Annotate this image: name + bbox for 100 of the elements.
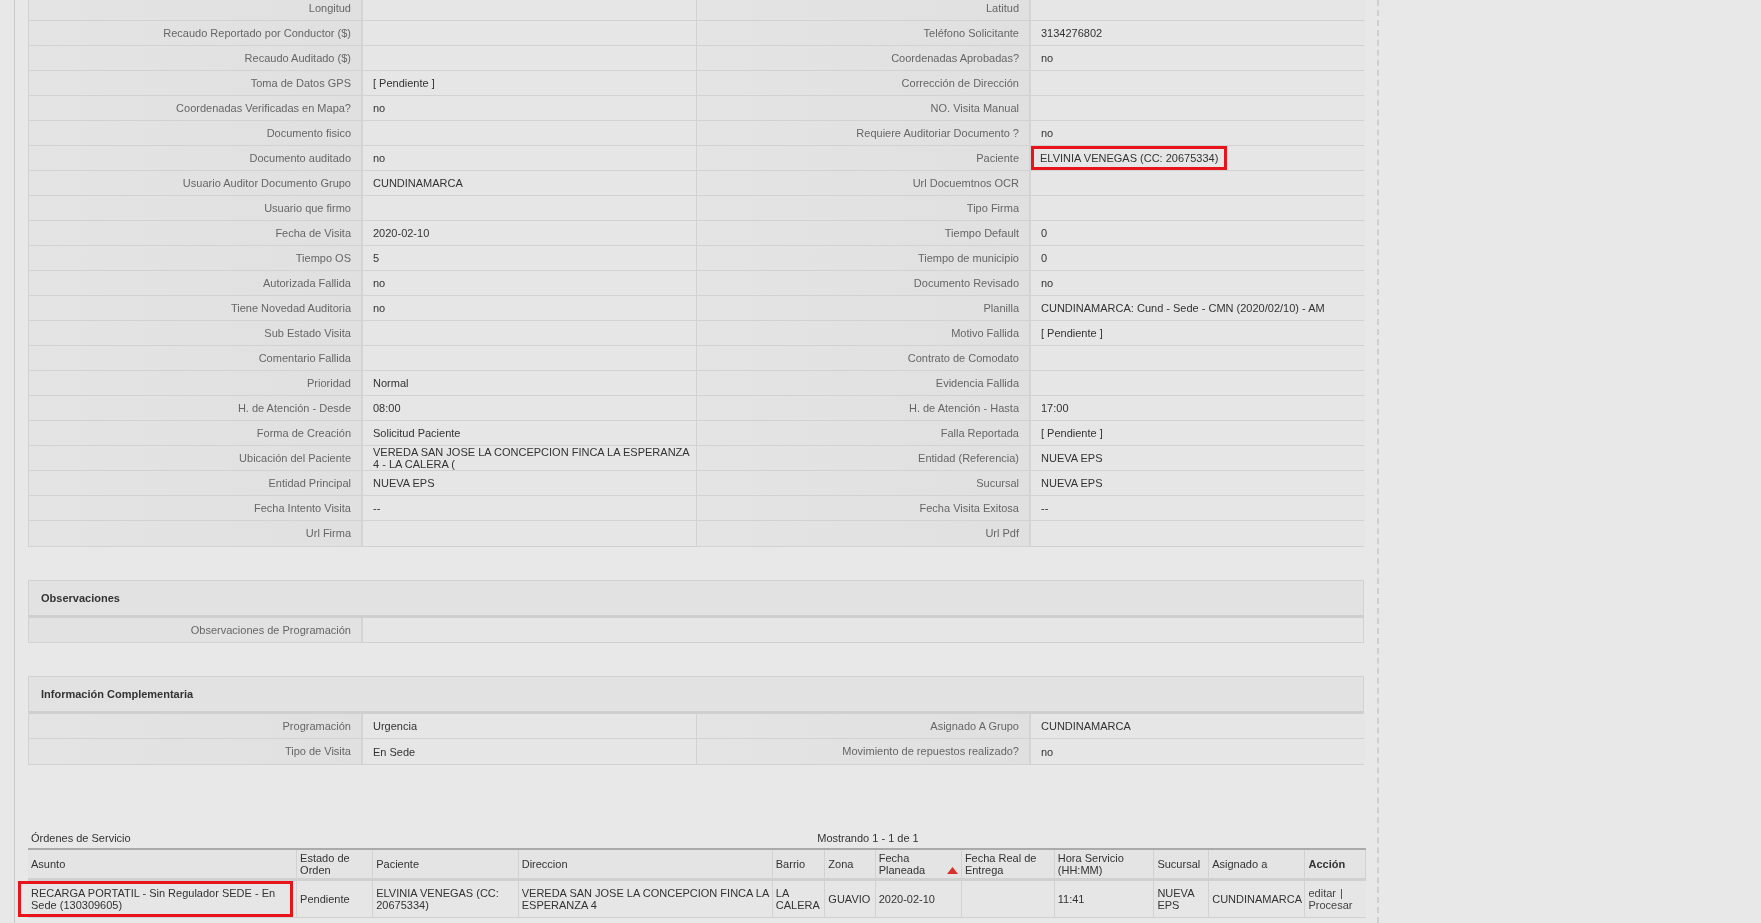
sort-arrow-icon[interactable] (946, 866, 958, 874)
field-value: CUNDINAMARCA (1041, 720, 1131, 732)
field-value: -- (1041, 502, 1049, 514)
table-cell: Pendiente (300, 892, 350, 905)
field-value: 2020-02-10 (373, 227, 430, 239)
column-header[interactable]: Zona (828, 857, 854, 870)
field-label: Movimiento de repuestos realizado? (842, 744, 1019, 760)
field-label: Longitud (308, 0, 351, 16)
field-value: no (1041, 277, 1054, 289)
field-label: Forma de Creación (256, 425, 351, 441)
field-value: CUNDINAMARCA: Cund - Sede - CMN (2020/02/10) - AM (1041, 302, 1325, 314)
field-label: Documento fisico (266, 125, 351, 141)
orders-title: Órdenes de Servicio (30, 830, 132, 846)
field-label: Tiempo de municipio (917, 250, 1019, 266)
column-header[interactable]: Estado de Orden (300, 851, 370, 876)
field-value: [ Pendiente ] (373, 77, 435, 89)
field-value: no (373, 102, 386, 114)
field-value: 0 (1041, 227, 1048, 239)
section-title: Observaciones (41, 590, 120, 606)
field-value: 0 (1041, 252, 1048, 264)
field-label: Entidad Principal (268, 475, 351, 491)
field-label: Url Firma (305, 526, 351, 542)
table-cell: CUNDINAMARCA (1212, 892, 1303, 905)
field-value: Urgencia (373, 720, 418, 732)
field-label: Recaudo Reportado por Conductor ($) (163, 25, 351, 41)
column-header[interactable]: Asignado a (1212, 857, 1268, 870)
field-value: NUEVA EPS (1041, 452, 1103, 464)
field-label: Falla Reportada (940, 425, 1019, 441)
field-label: Requiere Auditoriar Documento ? (856, 125, 1019, 141)
field-label: Usuario Auditor Documento Grupo (182, 175, 351, 191)
action-link[interactable]: editar (1308, 886, 1336, 899)
field-label: Fecha de Visita (275, 225, 351, 241)
field-label: Evidencia Fallida (935, 375, 1019, 391)
field-label: Toma de Datos GPS (250, 75, 351, 91)
field-label: Coordenadas Aprobadas? (891, 50, 1019, 66)
field-value: [ Pendiente ] (1041, 427, 1103, 439)
column-header[interactable]: Direccion (521, 857, 568, 870)
field-label: Programación (282, 718, 351, 734)
field-label: H. de Atención - Hasta (908, 400, 1019, 416)
field-label: Usuario que firmo (264, 200, 351, 216)
column-header[interactable]: Fecha Planeada (878, 851, 944, 876)
field-value: [ Pendiente ] (1041, 327, 1103, 339)
field-value: En Sede (373, 745, 416, 758)
field-value: 08:00 (373, 402, 401, 414)
field-label: NO. Visita Manual (930, 100, 1019, 116)
field-label: Tipo de Visita (284, 744, 351, 760)
field-value: no (373, 152, 386, 164)
field-label: Recaudo Auditado ($) (244, 50, 351, 66)
field-label: Paciente (976, 150, 1019, 166)
field-label: Entidad (Referencia) (918, 450, 1019, 466)
field-label: Tipo Firma (966, 200, 1019, 216)
field-value: VEREDA SAN JOSE LA CONCEPCION FINCA LA ESPERANZA 4 - LA CALERA ( (373, 446, 690, 470)
field-label: Autorizada Fallida (262, 275, 351, 291)
field-label: Documento auditado (249, 150, 351, 166)
column-header[interactable]: Barrio (775, 857, 806, 870)
field-value: 5 (373, 252, 380, 264)
field-label: H. de Atención - Desde (237, 400, 351, 416)
field-value: 17:00 (1041, 402, 1069, 414)
field-label: Sucursal (976, 475, 1019, 491)
table-cell: GUAVIO (828, 892, 871, 905)
field-label: Fecha Visita Exitosa (919, 500, 1019, 516)
field-label: Tiene Novedad Auditoria (230, 300, 351, 316)
field-label: Ubicación del Paciente (239, 450, 351, 466)
table-cell: LA CALERA (775, 886, 820, 911)
field-value: NUEVA EPS (1041, 477, 1103, 489)
column-header[interactable]: Hora Servicio (HH:MM) (1057, 851, 1151, 876)
column-header[interactable]: Fecha Real de Entrega (964, 851, 1051, 876)
field-value: NUEVA EPS (373, 477, 435, 489)
table-cell: ELVINIA VENEGAS (CC: 20675334) (376, 886, 499, 911)
field-label: Fecha Intento Visita (253, 500, 351, 516)
field-value: Solicitud Paciente (373, 427, 461, 439)
field-label: Observaciones de Programación (190, 622, 351, 638)
field-value: no (1041, 127, 1054, 139)
pagination-text: Mostrando 1 - 1 de 1 (816, 830, 920, 846)
table-cell: NUEVA EPS (1157, 886, 1194, 911)
field-value: Normal (373, 377, 409, 389)
field-label: Tiempo Default (944, 225, 1019, 241)
separator-text: | (1340, 886, 1343, 899)
column-header[interactable]: Sucursal (1157, 857, 1201, 870)
field-label: Teléfono Solicitante (923, 25, 1019, 41)
column-header[interactable]: Acción (1308, 857, 1346, 870)
field-value: -- (373, 502, 381, 514)
field-label: Documento Revisado (913, 275, 1019, 291)
field-label: Prioridad (306, 375, 351, 391)
section-title: Información Complementaria (41, 686, 194, 702)
column-header[interactable]: Paciente (376, 857, 419, 870)
field-label: Tiempo OS (295, 250, 351, 266)
field-label: Planilla (983, 300, 1019, 316)
column-header[interactable]: Asunto (31, 857, 66, 870)
table-cell: 11:41 (1057, 892, 1085, 905)
field-value: no (373, 302, 386, 314)
action-link[interactable]: Procesar (1308, 898, 1363, 911)
table-cell: RECARGA PORTATIL - Sin Regulador SEDE - En Sede (130309605) (18, 880, 294, 917)
field-label: Motivo Fallida (951, 325, 1019, 341)
field-label: Contrato de Comodato (907, 350, 1019, 366)
field-label: Sub Estado Visita (264, 325, 351, 341)
field-label: Comentario Fallida (258, 350, 351, 366)
field-value: no (373, 277, 386, 289)
field-value: 3134276802 (1041, 27, 1103, 39)
field-label: Latitud (985, 0, 1019, 16)
